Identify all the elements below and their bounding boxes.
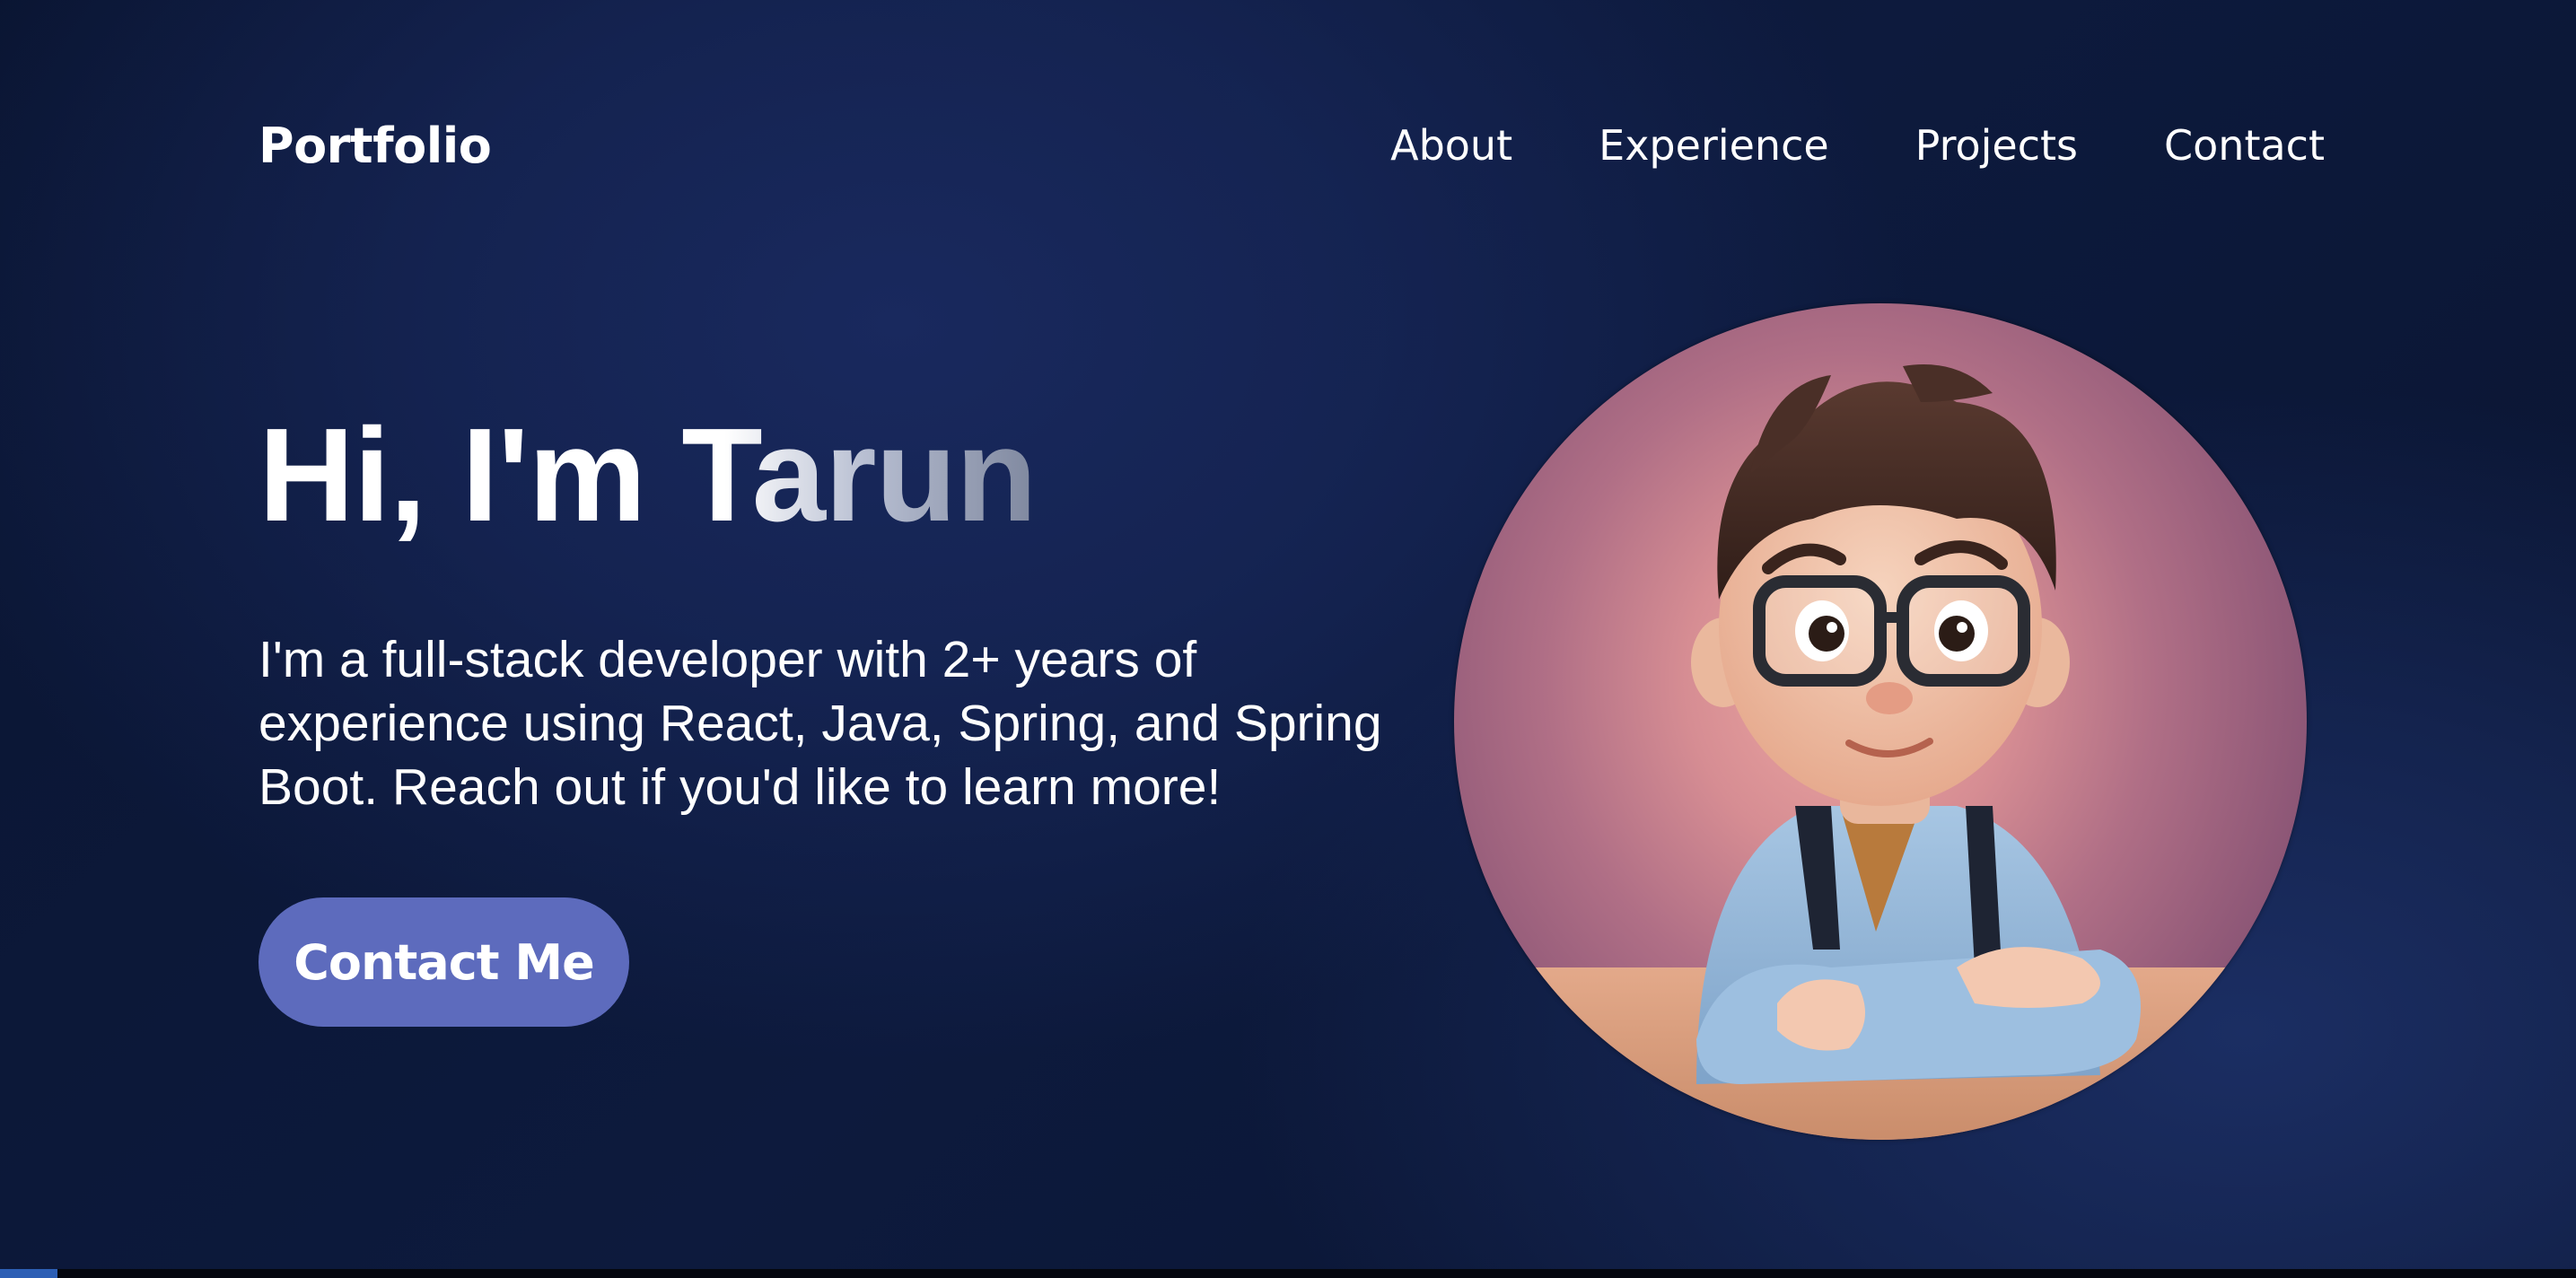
top-navigation: Portfolio About Experience Projects Cont… (258, 108, 2325, 183)
nav-links: About Experience Projects Contact (1390, 121, 2325, 170)
cartoon-developer-avatar-icon (1454, 364, 2307, 1140)
logo-link[interactable]: Portfolio (258, 118, 492, 174)
nav-link-contact[interactable]: Contact (2164, 121, 2325, 170)
portfolio-page: Portfolio About Experience Projects Cont… (0, 0, 2576, 1278)
bottom-edge-accent (0, 1269, 57, 1278)
hero-title: Hi, I'm Tarun (258, 395, 1037, 556)
nav-link-experience[interactable]: Experience (1599, 121, 1829, 170)
hero-description: I'm a full-stack developer with 2+ years… (258, 631, 1382, 816)
bottom-edge (0, 1269, 2576, 1278)
nav-link-projects[interactable]: Projects (1915, 121, 2078, 170)
avatar-image (1454, 303, 2307, 1140)
hero-section: Hi, I'm Tarun I'm a full-stack developer… (258, 395, 1443, 819)
contact-me-button[interactable]: Contact Me (258, 897, 629, 1027)
nav-link-about[interactable]: About (1390, 121, 1512, 170)
